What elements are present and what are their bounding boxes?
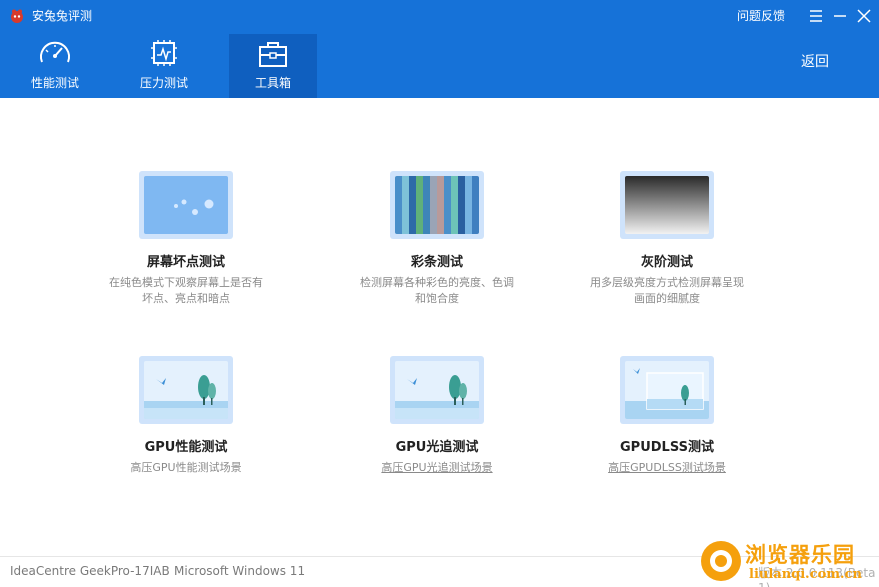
tab-label: 压力测试 — [139, 76, 188, 90]
tool-title: 彩条测试 — [410, 255, 463, 270]
tool-thumbnail — [620, 171, 714, 239]
tool-title: 灰阶测试 — [640, 255, 693, 270]
tab-label: 性能测试 — [30, 76, 79, 90]
tool-gpu-dlss-test[interactable]: GPUDLSS测试 高压GPUDLSS测试场景 — [570, 356, 770, 506]
app-title: 安兔兔评测 — [32, 9, 93, 23]
color-bars-graphic — [395, 176, 479, 234]
tool-color-bar-test[interactable]: 彩条测试 检测屏幕各种彩色的亮度、色调 和饱合度 — [340, 171, 540, 321]
tool-thumbnail — [139, 356, 233, 424]
landscape-graphic — [144, 375, 228, 419]
speedometer-icon — [40, 41, 70, 63]
tab-stress[interactable]: 压力测试 — [120, 34, 208, 98]
tool-description: 在纯色模式下观察屏幕上是否有 坏点、亮点和暗点 — [109, 276, 263, 305]
menu-icon[interactable] — [806, 6, 826, 26]
device-name: IdeaCentre GeekPro-17IAB — [10, 564, 170, 578]
chip-pulse-icon — [151, 40, 177, 66]
tool-description[interactable]: 高压GPU光追测试场景 — [340, 460, 534, 476]
feedback-link[interactable]: 问题反馈 — [737, 7, 785, 25]
tool-title: 屏幕坏点测试 — [146, 255, 225, 270]
toolbox-icon — [259, 42, 287, 67]
close-icon[interactable] — [854, 6, 874, 26]
tool-dead-pixel-test[interactable]: 屏幕坏点测试 在纯色模式下观察屏幕上是否有 坏点、亮点和暗点 — [89, 171, 289, 321]
dead-pixel-graphic — [174, 199, 214, 215]
tab-label: 工具箱 — [254, 76, 291, 90]
tool-thumbnail — [390, 171, 484, 239]
tool-description[interactable]: 高压GPUDLSS测试场景 — [570, 460, 764, 476]
tool-gpu-performance-test[interactable]: GPU性能测试 高压GPU性能测试场景 — [89, 356, 289, 506]
watermark: 浏览器乐园 liulanqi.com.cn — [695, 537, 879, 587]
landscape-graphic — [395, 375, 479, 419]
watermark-text: 浏览器乐园 — [745, 542, 855, 567]
tool-description: 用多层级亮度方式检测屏幕呈现 画面的细腻度 — [590, 276, 744, 305]
tool-title: GPUDLSS测试 — [620, 440, 714, 455]
watermark-logo-icon — [701, 541, 741, 581]
antutu-logo-icon — [11, 9, 23, 23]
tab-performance[interactable]: 性能测试 — [11, 34, 99, 98]
tool-description: 高压GPU性能测试场景 — [130, 461, 242, 474]
tool-thumbnail — [390, 356, 484, 424]
minimize-icon[interactable] — [830, 6, 850, 26]
tool-title: GPU光追测试 — [395, 440, 479, 455]
landscape-compare-graphic — [625, 368, 709, 419]
title-bar: 安兔兔评测 问题反馈 性能测试 压力测试 工具箱 返回 — [0, 0, 879, 98]
back-button[interactable]: 返回 — [801, 51, 829, 71]
tool-description: 检测屏幕各种彩色的亮度、色调 和饱合度 — [360, 276, 514, 305]
tool-gpu-raytracing-test[interactable]: GPU光追测试 高压GPU光追测试场景 — [340, 356, 540, 506]
tool-grayscale-test[interactable]: 灰阶测试 用多层级亮度方式检测屏幕呈现 画面的细腻度 — [570, 171, 770, 321]
tool-thumbnail — [620, 356, 714, 424]
tool-title: GPU性能测试 — [144, 440, 228, 455]
tab-toolbox[interactable]: 工具箱 — [229, 34, 317, 98]
os-name: Microsoft Windows 11 — [174, 564, 306, 578]
tool-thumbnail — [139, 171, 233, 239]
watermark-url: liulanqi.com.cn — [749, 567, 862, 582]
